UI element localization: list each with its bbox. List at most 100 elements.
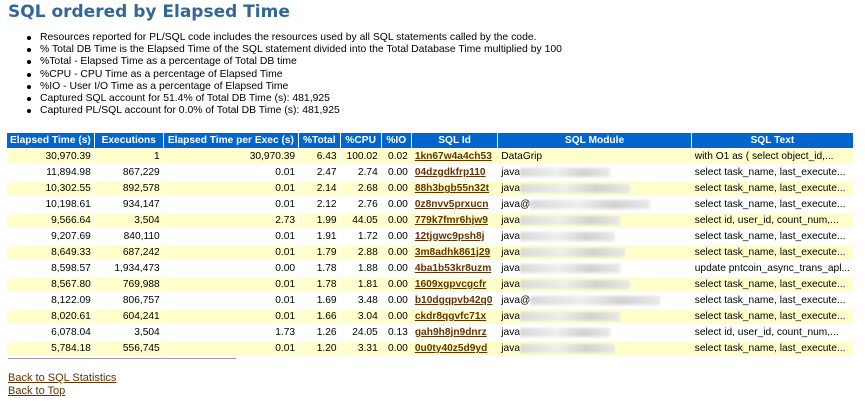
sql-id-link[interactable]: gah9h8jn9dnrz <box>415 327 487 338</box>
cell-sql-text: update pntcoin_async_trans_apl... <box>691 261 853 276</box>
table-row: 8,122.09 806,757 0.01 1.69 3.48 0.00 b10dgqpvb… <box>7 293 853 308</box>
cell-sql-module: java <box>498 309 691 324</box>
cell-sql-module: java@ <box>498 197 691 212</box>
redacted-module-detail <box>520 327 610 337</box>
sql-module-text: DataGrip <box>501 151 543 162</box>
cell-io: 0.00 <box>381 181 411 196</box>
cell-per-exec: 0.01 <box>163 229 299 244</box>
cell-sql-text: select id, user_id, count_num,... <box>691 325 853 340</box>
sql-id-link[interactable]: 0z8nvv5prxucn <box>415 199 489 210</box>
cell-executions: 1 <box>94 149 163 164</box>
col-header-sql-module: SQL Module <box>498 133 691 148</box>
back-to-top-link[interactable]: Back to Top <box>8 385 116 398</box>
sql-id-link[interactable]: b10dgqpvb42q0 <box>415 295 493 306</box>
cell-executions: 934,147 <box>94 197 163 212</box>
back-to-sql-statistics-link[interactable]: Back to SQL Statistics <box>8 372 116 385</box>
cell-per-exec: 0.01 <box>163 309 299 324</box>
sql-elapsed-table: Elapsed Time (s) Executions Elapsed Time… <box>6 132 854 357</box>
note-item: % Total DB Time is the Elapsed Time of t… <box>27 44 562 56</box>
cell-cpu: 2.88 <box>340 245 381 260</box>
cell-elapsed: 6,078.04 <box>7 325 94 340</box>
cell-elapsed: 5,784.18 <box>7 341 94 356</box>
note-item: %Total - Elapsed Time as a percentage of… <box>27 56 562 68</box>
sql-id-link[interactable]: ckdr8qgvfc71x <box>415 311 486 322</box>
table-row: 8,020.61 604,241 0.01 1.66 3.04 0.00 ckdr8qgvf… <box>7 309 853 324</box>
cell-total: 2.12 <box>299 197 340 212</box>
cell-total: 1.79 <box>299 245 340 260</box>
cell-per-exec: 0.01 <box>163 341 299 356</box>
table-row: 30,970.39 1 30,970.39 6.43 100.02 0.02 1kn67w4… <box>7 149 853 164</box>
cell-sql-text: select task_name, last_execute... <box>691 229 853 244</box>
cell-io: 0.02 <box>381 149 411 164</box>
cell-per-exec: 0.01 <box>163 165 299 180</box>
table-row: 8,649.33 687,242 0.01 1.79 2.88 0.00 3m8adhk86… <box>7 245 853 260</box>
cell-executions: 556,745 <box>94 341 163 356</box>
sql-id-link[interactable]: 88h3bgb55n32t <box>415 183 489 194</box>
cell-executions: 1,934,473 <box>94 261 163 276</box>
cell-cpu: 2.74 <box>340 165 381 180</box>
table-row: 9,207.69 840,110 0.01 1.91 1.72 0.00 12tjgwc9p… <box>7 229 853 244</box>
page-title: SQL ordered by Elapsed Time <box>8 2 290 22</box>
col-header-sql-id: SQL Id <box>411 133 498 148</box>
cell-elapsed: 8,567.80 <box>7 277 94 292</box>
sql-id-link[interactable]: 0u0ty40z5d9yd <box>415 343 487 354</box>
sql-module-text: java <box>501 263 520 274</box>
cell-total: 1.20 <box>299 341 340 356</box>
sql-id-link[interactable]: 1609xgpvcgcfr <box>415 279 486 290</box>
cell-io: 0.00 <box>381 261 411 276</box>
cell-per-exec: 30,970.39 <box>163 149 299 164</box>
col-header-per-exec: Elapsed Time per Exec (s) <box>163 133 299 148</box>
cell-total: 2.14 <box>299 181 340 196</box>
notes-list: Resources reported for PL/SQL code inclu… <box>8 32 562 117</box>
cell-elapsed: 8,649.33 <box>7 245 94 260</box>
redacted-module-detail <box>530 295 661 305</box>
cell-io: 0.00 <box>381 341 411 356</box>
sql-module-text: java <box>501 167 520 178</box>
sql-id-link[interactable]: 779k7fmr6hjw9 <box>415 215 488 226</box>
cell-total: 1.26 <box>299 325 340 340</box>
col-header-elapsed: Elapsed Time (s) <box>7 133 94 148</box>
cell-total: 1.69 <box>299 293 340 308</box>
sql-id-link[interactable]: 1kn67w4a4ch53 <box>415 151 492 162</box>
cell-sql-text: select task_name, last_execute... <box>691 245 853 260</box>
cell-total: 1.99 <box>299 213 340 228</box>
cell-executions: 867,229 <box>94 165 163 180</box>
cell-sql-id: 0u0ty40z5d9yd <box>411 341 498 356</box>
cell-sql-text: with O1 as ( select object_id,... <box>691 149 853 164</box>
cell-per-exec: 0.01 <box>163 277 299 292</box>
cell-sql-id: 12tjgwc9psh8j <box>411 229 498 244</box>
cell-cpu: 100.02 <box>340 149 381 164</box>
redacted-module-detail <box>520 167 610 177</box>
cell-cpu: 44.05 <box>340 213 381 228</box>
col-header-cpu: %CPU <box>340 133 381 148</box>
redacted-module-detail <box>520 343 615 353</box>
sql-id-link[interactable]: 3m8adhk861j29 <box>415 247 490 258</box>
cell-cpu: 2.76 <box>340 197 381 212</box>
cell-sql-module: java@ <box>498 293 691 308</box>
cell-cpu: 1.81 <box>340 277 381 292</box>
col-header-total: %Total <box>299 133 340 148</box>
cell-elapsed: 30,970.39 <box>7 149 94 164</box>
cell-sql-module: java <box>498 245 691 260</box>
cell-cpu: 3.04 <box>340 309 381 324</box>
sql-id-link[interactable]: 12tjgwc9psh8j <box>415 231 485 242</box>
note-item: Resources reported for PL/SQL code inclu… <box>27 32 562 44</box>
table-row: 8,598.57 1,934,473 0.00 1.78 1.88 0.00 4ba1b53… <box>7 261 853 276</box>
cell-io: 0.13 <box>381 325 411 340</box>
cell-total: 2.47 <box>299 165 340 180</box>
cell-per-exec: 0.01 <box>163 181 299 196</box>
cell-executions: 806,757 <box>94 293 163 308</box>
sql-id-link[interactable]: 04dzgdkfrp110 <box>415 167 486 178</box>
sql-module-text: java <box>501 279 520 290</box>
cell-elapsed: 9,566.64 <box>7 213 94 228</box>
redacted-module-detail <box>520 311 620 321</box>
cell-executions: 3,504 <box>94 213 163 228</box>
note-item: %CPU - CPU Time as a percentage of Elaps… <box>27 69 562 81</box>
sql-id-link[interactable]: 4ba1b53kr8uzm <box>415 263 491 274</box>
cell-per-exec: 2.73 <box>163 213 299 228</box>
cell-per-exec: 0.01 <box>163 197 299 212</box>
table-row: 11,894.98 867,229 0.01 2.47 2.74 0.00 04dzgdkf… <box>7 165 853 180</box>
cell-io: 0.00 <box>381 309 411 324</box>
cell-sql-id: 1kn67w4a4ch53 <box>411 149 498 164</box>
table-row: 10,198.61 934,147 0.01 2.12 2.76 0.00 0z8nvv5p… <box>7 197 853 212</box>
